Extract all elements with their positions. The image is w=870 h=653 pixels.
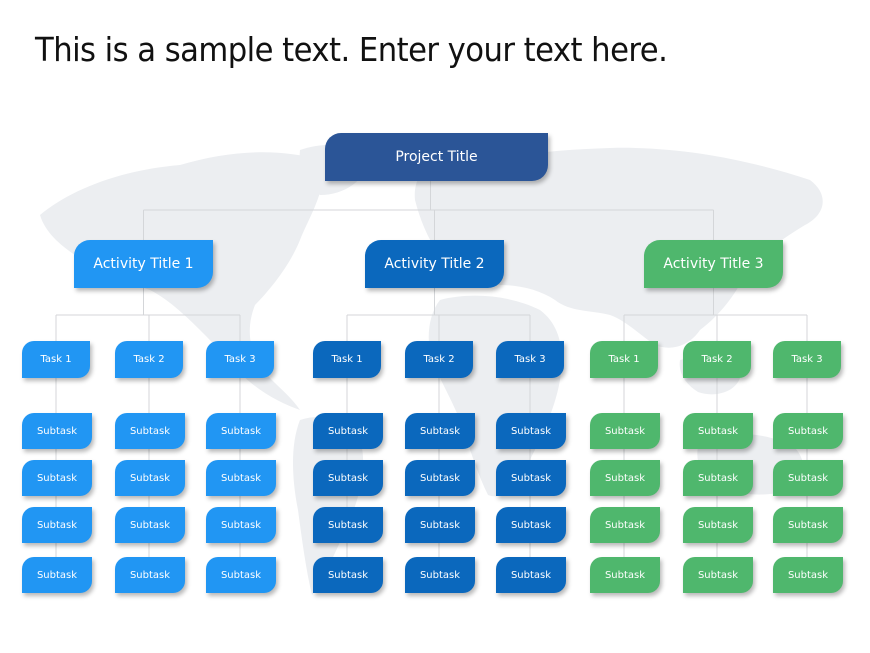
subtask-box[interactable]: Subtask [22,507,92,543]
subtask-box[interactable]: Subtask [115,557,185,593]
subtask-box[interactable]: Subtask [683,413,753,449]
task-box[interactable]: Task 1 [590,341,658,378]
activity-title-box[interactable]: Activity Title 2 [365,240,504,288]
subtask-box[interactable]: Subtask [22,413,92,449]
subtask-box[interactable]: Subtask [496,557,566,593]
subtask-box[interactable]: Subtask [206,557,276,593]
subtask-box[interactable]: Subtask [496,460,566,496]
subtask-box[interactable]: Subtask [313,460,383,496]
subtask-box[interactable]: Subtask [115,413,185,449]
subtask-box[interactable]: Subtask [206,507,276,543]
task-box[interactable]: Task 1 [22,341,90,378]
subtask-box[interactable]: Subtask [313,557,383,593]
subtask-box[interactable]: Subtask [405,413,475,449]
subtask-box[interactable]: Subtask [683,557,753,593]
connector-lines [55,181,808,557]
activity-title-box[interactable]: Activity Title 3 [644,240,783,288]
subtask-box[interactable]: Subtask [590,413,660,449]
task-box[interactable]: Task 3 [496,341,564,378]
subtask-box[interactable]: Subtask [405,507,475,543]
subtask-box[interactable]: Subtask [773,413,843,449]
subtask-box[interactable]: Subtask [773,460,843,496]
task-box[interactable]: Task 2 [683,341,751,378]
subtask-box[interactable]: Subtask [773,507,843,543]
task-box[interactable]: Task 3 [206,341,274,378]
activity-title-box[interactable]: Activity Title 1 [74,240,213,288]
subtask-box[interactable]: Subtask [206,460,276,496]
subtask-box[interactable]: Subtask [22,460,92,496]
subtask-box[interactable]: Subtask [590,460,660,496]
subtask-box[interactable]: Subtask [496,413,566,449]
subtask-box[interactable]: Subtask [115,460,185,496]
subtask-box[interactable]: Subtask [590,507,660,543]
task-box[interactable]: Task 1 [313,341,381,378]
subtask-box[interactable]: Subtask [405,557,475,593]
task-box[interactable]: Task 2 [405,341,473,378]
subtask-box[interactable]: Subtask [115,507,185,543]
project-title-box[interactable]: Project Title [325,133,548,181]
subtask-box[interactable]: Subtask [206,413,276,449]
subtask-box[interactable]: Subtask [313,507,383,543]
task-box[interactable]: Task 2 [115,341,183,378]
subtask-box[interactable]: Subtask [590,557,660,593]
task-box[interactable]: Task 3 [773,341,841,378]
subtask-box[interactable]: Subtask [496,507,566,543]
subtask-box[interactable]: Subtask [313,413,383,449]
subtask-box[interactable]: Subtask [683,460,753,496]
subtask-box[interactable]: Subtask [773,557,843,593]
subtask-box[interactable]: Subtask [405,460,475,496]
subtask-box[interactable]: Subtask [683,507,753,543]
subtask-box[interactable]: Subtask [22,557,92,593]
